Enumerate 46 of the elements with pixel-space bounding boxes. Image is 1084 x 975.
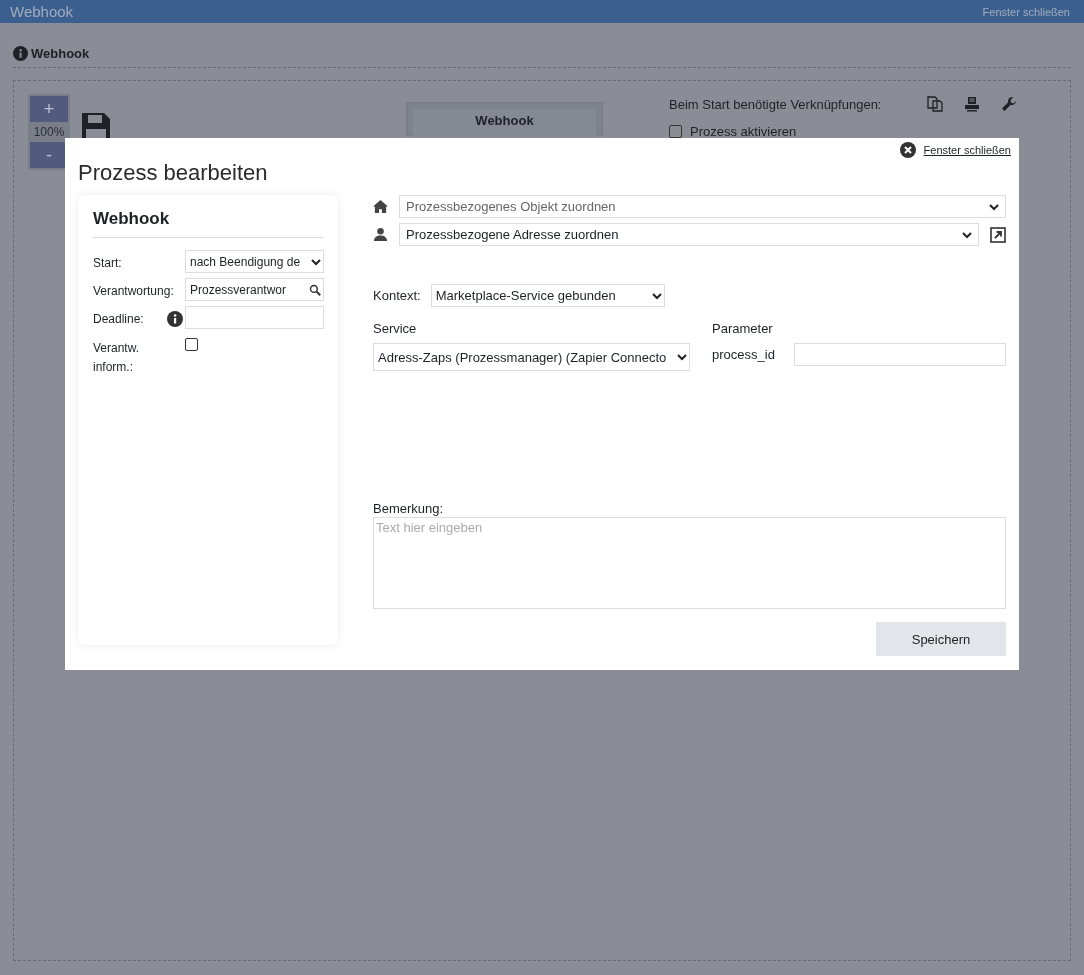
input-field[interactable]: [185, 306, 324, 329]
field-label: Verantw. inform.:: [93, 340, 141, 376]
chevron-icon: [989, 201, 999, 212]
field-label: Service: [373, 321, 418, 336]
input-field[interactable]: [794, 343, 1006, 366]
external-link-icon[interactable]: [990, 226, 1006, 243]
page-heading: Webhook: [31, 46, 90, 61]
zoom-in-button[interactable]: +: [30, 96, 68, 122]
chevron-icon: [651, 290, 662, 301]
node-title: Webhook: [413, 109, 596, 137]
close-icon[interactable]: [899, 142, 916, 158]
window-title: Webhook: [10, 3, 74, 20]
chevron-icon: [962, 229, 972, 240]
field-label: Parameter: [712, 321, 774, 336]
search-icon: [309, 283, 321, 296]
dialog-title: Prozess bearbeiten: [78, 160, 269, 186]
home-icon: [373, 199, 388, 214]
select-field[interactable]: Prozessbezogenes Objekt zuordnen: [399, 195, 1006, 218]
links-label: Beim Start benötigte Verknüpfungen:: [669, 96, 882, 112]
copy-icon[interactable]: [927, 96, 944, 112]
zoom-level: 100%: [33, 124, 65, 141]
card-title: Webhook: [93, 195, 323, 238]
parameter-name: process_id: [712, 347, 775, 362]
field-label: Start:: [93, 255, 122, 272]
select-field[interactable]: Marketplace-Service gebunden: [430, 284, 665, 307]
info-icon: [13, 46, 28, 61]
close-link[interactable]: Fenster schließen: [923, 144, 1011, 156]
wrench-icon[interactable]: [1001, 96, 1018, 112]
field-label: Verantwortung:: [93, 283, 174, 300]
field-label: Deadline:: [93, 311, 144, 328]
field-label: Bemerkung:: [373, 501, 445, 516]
save-button[interactable]: Speichern: [876, 622, 1006, 656]
checkbox[interactable]: [185, 338, 198, 351]
select-field[interactable]: Prozessbezogene Adresse zuordnen: [399, 223, 979, 246]
print-icon[interactable]: [964, 96, 981, 112]
checkbox-label: Prozess aktivieren: [690, 124, 797, 139]
person-icon: [373, 227, 388, 242]
chevron-icon: [677, 352, 687, 362]
zoom-out-button[interactable]: -: [30, 142, 68, 168]
field-label: Kontext:: [373, 288, 421, 303]
text-area[interactable]: Text hier eingeben: [373, 517, 1006, 609]
select-field[interactable]: Adress-Zaps (Prozessmanager) (Zapier Connecto: [373, 343, 690, 371]
chevron-icon: [311, 256, 321, 267]
select-field[interactable]: nach Beendigung de: [185, 250, 324, 273]
process-node[interactable]: Webhook: [406, 102, 603, 136]
search-field[interactable]: Prozessverantwor: [185, 278, 324, 301]
